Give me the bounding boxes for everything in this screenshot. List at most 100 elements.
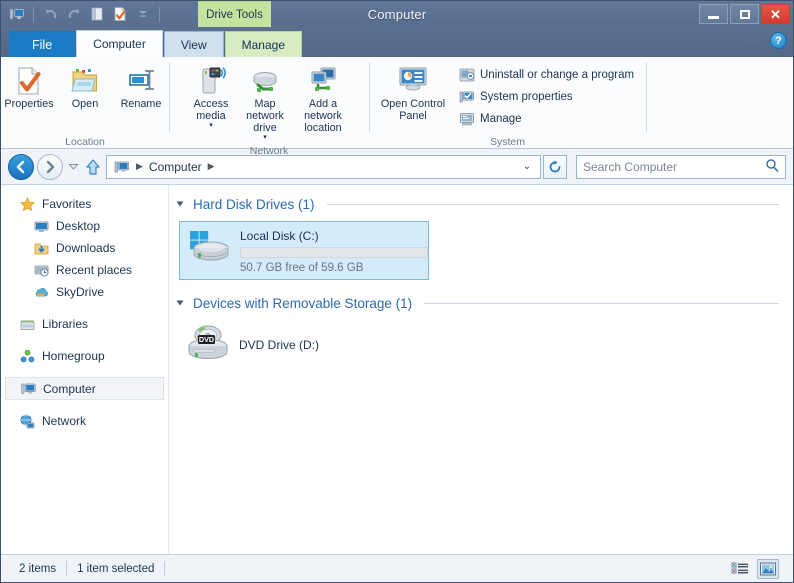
ribbon-button-properties[interactable]: Properties	[2, 61, 56, 113]
ribbon-button-access-media[interactable]: Access media ▾	[184, 61, 238, 133]
drive-capacity-text: 50.7 GB free of 59.6 GB	[240, 262, 364, 274]
sidebar-gap-4	[1, 400, 168, 410]
status-selection: 1 item selected	[77, 562, 155, 575]
collapse-triangle-icon[interactable]	[173, 199, 187, 209]
rename-icon	[125, 64, 157, 98]
sidebar-item-network[interactable]: Network	[1, 410, 168, 432]
collapse-ribbon-icon[interactable]	[748, 34, 762, 48]
up-button[interactable]	[83, 155, 103, 179]
maximize-button[interactable]	[730, 4, 759, 24]
drive-tile-local-disk-c[interactable]: Local Disk (C:) 50.7 GB free of 59.6 GB	[179, 221, 429, 280]
details-view-button[interactable]	[729, 559, 751, 579]
drive-tile-dvd-drive-d[interactable]: DVD DVD Drive (D:)	[179, 316, 429, 372]
ribbon-button-uninstall-program[interactable]: Uninstall or change a program	[455, 64, 638, 86]
sidebar-item-label: Downloads	[56, 241, 116, 255]
libraries-icon	[19, 316, 36, 333]
control-panel-icon	[396, 64, 430, 98]
search-input[interactable]: Search Computer	[576, 154, 786, 179]
search-icon[interactable]	[765, 158, 779, 175]
status-item-count: 2 items	[19, 562, 57, 575]
redo-icon[interactable]	[63, 4, 84, 25]
dvd-drive-icon: DVD	[185, 321, 231, 367]
ribbon-small-label: Uninstall or change a program	[480, 69, 635, 81]
quick-access-toolbar	[1, 3, 164, 25]
ribbon-button-open[interactable]: Open	[58, 61, 112, 113]
recent-locations-icon[interactable]	[66, 161, 80, 172]
properties-icon[interactable]	[109, 4, 130, 25]
star-icon	[19, 196, 36, 213]
system-small-buttons: Uninstall or change a program System pro…	[455, 61, 638, 130]
breadcrumb-separator: ▶	[136, 161, 143, 171]
back-button[interactable]	[8, 153, 34, 180]
forward-button[interactable]	[37, 153, 63, 180]
manage-icon	[459, 111, 475, 127]
title-bar: Drive Tools Computer ✕	[1, 1, 793, 27]
tab-computer[interactable]: Computer	[76, 30, 163, 57]
group-header-removable-storage[interactable]: Devices with Removable Storage (1)	[169, 292, 793, 314]
chevron-down-icon[interactable]: ⌄	[518, 161, 536, 172]
minimize-button[interactable]	[699, 4, 728, 24]
ribbon-button-add-network-location[interactable]: Add a network location	[292, 61, 354, 137]
undo-icon[interactable]	[40, 4, 61, 25]
desktop-icon	[33, 218, 50, 235]
computer-icon[interactable]	[6, 4, 27, 25]
sidebar-item-downloads[interactable]: Downloads	[1, 237, 168, 259]
properties-icon	[13, 64, 45, 98]
qat-divider	[33, 6, 34, 22]
ribbon-group-network: Access media ▾ Map network drive ▾ Add a…	[169, 57, 369, 157]
sidebar-item-label: Homegroup	[42, 349, 105, 363]
collapse-triangle-icon[interactable]	[173, 298, 187, 308]
sidebar-item-libraries[interactable]: Libraries	[1, 313, 168, 335]
sidebar-item-label: Desktop	[56, 219, 101, 233]
ribbon-button-manage[interactable]: Manage	[455, 108, 638, 130]
sidebar-item-computer[interactable]: Computer	[5, 377, 164, 400]
refresh-button[interactable]	[543, 154, 567, 179]
large-icons-view-button[interactable]	[757, 558, 779, 579]
sidebar-item-label: SkyDrive	[56, 285, 105, 299]
breadcrumb[interactable]: ▶ Computer ▶ ⌄	[106, 154, 541, 179]
breadcrumb-separator-2[interactable]: ▶	[207, 161, 216, 172]
tab-view[interactable]: View	[163, 31, 224, 57]
system-properties-icon	[459, 89, 475, 105]
ribbon-button-label: Open	[71, 98, 99, 110]
open-pane-icon[interactable]	[86, 4, 107, 25]
drive-name: DVD Drive (D:)	[239, 338, 319, 352]
ribbon-controls: ?	[748, 32, 787, 49]
skydrive-icon	[33, 284, 50, 301]
ribbon-button-map-network-drive[interactable]: Map network drive ▾	[238, 61, 292, 145]
navigation-pane: Favorites Desktop Downloads Recent place…	[1, 185, 169, 554]
group-title: Devices with Removable Storage (1)	[193, 295, 413, 311]
main-body: Favorites Desktop Downloads Recent place…	[1, 185, 793, 554]
tab-file[interactable]: File	[9, 31, 76, 57]
tab-manage[interactable]: Manage	[224, 31, 303, 57]
sidebar-item-favorites[interactable]: Favorites	[1, 193, 168, 215]
ribbon-button-rename[interactable]: Rename	[114, 61, 168, 113]
ribbon-group-system: Open Control Panel Uninstall or change a…	[369, 57, 646, 149]
sidebar-item-skydrive[interactable]: SkyDrive	[1, 281, 168, 303]
status-bar: 2 items 1 item selected	[1, 554, 793, 582]
add-network-location-icon	[307, 64, 339, 98]
sidebar-item-desktop[interactable]: Desktop	[1, 215, 168, 237]
customize-qat-icon[interactable]	[132, 4, 153, 25]
explorer-window: Drive Tools Computer ✕ File Computer Vie…	[0, 0, 794, 583]
breadcrumb-item-computer[interactable]: Computer	[146, 160, 205, 174]
ribbon-button-open-control-panel[interactable]: Open Control Panel	[377, 61, 449, 125]
window-controls: ✕	[699, 4, 790, 24]
status-divider-2	[164, 561, 166, 576]
chevron-down-icon: ▾	[263, 134, 267, 142]
recent-places-icon	[33, 262, 50, 279]
help-icon[interactable]: ?	[770, 32, 787, 49]
ribbon-button-label: Access media	[193, 98, 229, 123]
group-title: Hard Disk Drives (1)	[193, 196, 315, 212]
close-button[interactable]: ✕	[761, 4, 790, 24]
sidebar-item-homegroup[interactable]: Homegroup	[1, 345, 168, 367]
svg-text:DVD: DVD	[199, 335, 214, 344]
ribbon-button-system-properties[interactable]: System properties	[455, 86, 638, 108]
hard-disk-icon	[186, 227, 232, 269]
uninstall-program-icon	[459, 67, 475, 83]
capacity-bar	[240, 247, 428, 258]
sidebar-item-recent-places[interactable]: Recent places	[1, 259, 168, 281]
drive-name: Local Disk (C:)	[240, 229, 319, 243]
group-header-hard-disk-drives[interactable]: Hard Disk Drives (1)	[169, 193, 793, 215]
file-list-pane[interactable]: Hard Disk Drives (1) Local Disk (C:) 50.…	[169, 185, 793, 554]
